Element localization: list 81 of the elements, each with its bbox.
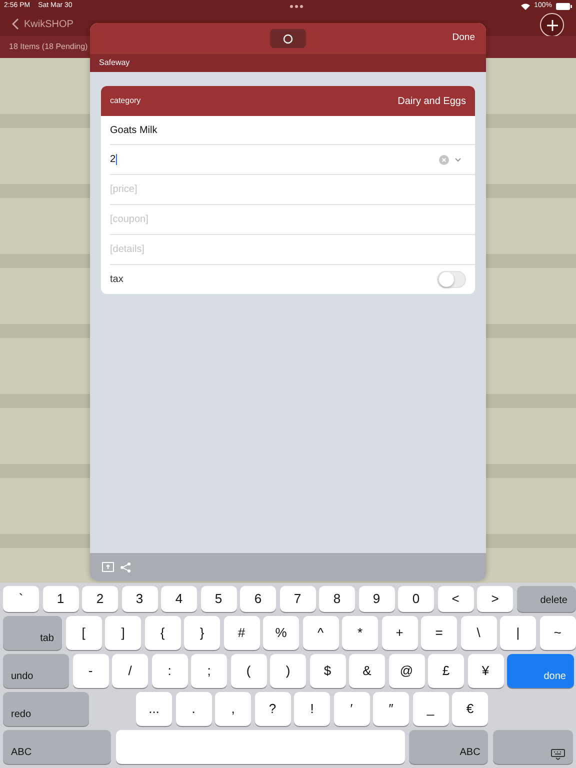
key[interactable]: 8 <box>319 586 355 612</box>
key[interactable]: / <box>112 654 148 688</box>
key[interactable]: ! <box>294 692 330 726</box>
wifi-icon <box>521 2 530 10</box>
chevron-left-icon <box>12 18 19 30</box>
key[interactable]: ( <box>230 654 266 688</box>
key[interactable]: % <box>263 616 299 650</box>
key[interactable]: [ <box>66 616 102 650</box>
item-name-field[interactable]: Goats Milk <box>110 122 158 138</box>
category-row[interactable]: category Dairy and Eggs <box>101 86 475 116</box>
done-key[interactable]: done <box>507 654 574 688</box>
add-button[interactable] <box>540 13 564 37</box>
key[interactable]: ] <box>105 616 141 650</box>
key[interactable]: redo <box>3 692 89 726</box>
key[interactable]: ? <box>254 692 290 726</box>
key[interactable]: ″ <box>373 692 409 726</box>
category-value: Dairy and Eggs <box>398 94 466 108</box>
key[interactable]: € <box>452 692 488 726</box>
key[interactable]: 2 <box>82 586 118 612</box>
text-field[interactable]: [price] <box>110 182 475 197</box>
keyboard-icon <box>550 749 565 760</box>
key[interactable]: = <box>421 616 457 650</box>
key[interactable]: delete <box>516 586 576 612</box>
battery-icon <box>556 2 572 10</box>
key[interactable]: < <box>438 586 474 612</box>
key[interactable]: _ <box>412 692 448 726</box>
key[interactable]: { <box>144 616 180 650</box>
key[interactable]: ABC <box>3 730 111 764</box>
key[interactable]: ′ <box>334 692 370 726</box>
key[interactable]: $ <box>310 654 346 688</box>
key[interactable]: ~ <box>540 616 576 650</box>
store-name: Safeway <box>99 57 130 69</box>
chevron-down-icon[interactable] <box>455 158 461 162</box>
key[interactable]: tab <box>3 616 62 650</box>
key[interactable]: > <box>477 586 513 612</box>
key[interactable]: + <box>382 616 418 650</box>
done-button[interactable]: Done <box>452 31 475 46</box>
key[interactable]: ... <box>136 692 172 726</box>
circle-icon <box>283 34 293 44</box>
key[interactable]: ¥ <box>468 654 504 688</box>
key[interactable]: } <box>184 616 220 650</box>
key[interactable]: - <box>72 654 108 688</box>
key[interactable]: 0 <box>398 586 434 612</box>
key[interactable]: 9 <box>358 586 394 612</box>
back-button[interactable]: KwikSHOP <box>12 16 74 32</box>
key[interactable]: : <box>152 654 188 688</box>
text-field[interactable]: [details] <box>110 242 475 257</box>
key[interactable]: ABC <box>409 730 488 764</box>
category-label: category <box>110 95 141 107</box>
share-icon[interactable] <box>120 562 131 572</box>
key[interactable]: | <box>500 616 536 650</box>
item-count: 18 Items (18 Pending) <box>9 41 88 53</box>
key[interactable]: * <box>342 616 378 650</box>
key[interactable]: 6 <box>240 586 276 612</box>
more-icon <box>290 4 304 8</box>
key[interactable]: ^ <box>302 616 338 650</box>
key[interactable]: ` <box>3 586 39 612</box>
upload-icon[interactable] <box>102 562 114 572</box>
record-button[interactable] <box>270 29 306 48</box>
clear-icon[interactable] <box>439 154 449 164</box>
key[interactable]: ) <box>270 654 306 688</box>
key[interactable]: 4 <box>161 586 197 612</box>
key[interactable]: & <box>349 654 385 688</box>
key[interactable]: undo <box>3 654 69 688</box>
key[interactable]: 3 <box>122 586 158 612</box>
tax-label: tax <box>110 273 124 287</box>
key[interactable]: 1 <box>42 586 78 612</box>
quantity-field[interactable]: 2 <box>110 152 117 167</box>
key[interactable]: # <box>224 616 260 650</box>
hide-keyboard-key[interactable] <box>492 730 573 764</box>
key[interactable]: 5 <box>200 586 236 612</box>
key[interactable]: . <box>176 692 212 726</box>
key[interactable]: \ <box>460 616 496 650</box>
key[interactable]: , <box>215 692 251 726</box>
key[interactable]: ; <box>191 654 227 688</box>
key[interactable]: 7 <box>280 586 316 612</box>
text-field[interactable]: [coupon] <box>110 212 475 227</box>
tax-toggle[interactable] <box>437 271 466 288</box>
plus-icon <box>546 20 558 30</box>
key[interactable]: £ <box>428 654 464 688</box>
key[interactable]: @ <box>388 654 424 688</box>
